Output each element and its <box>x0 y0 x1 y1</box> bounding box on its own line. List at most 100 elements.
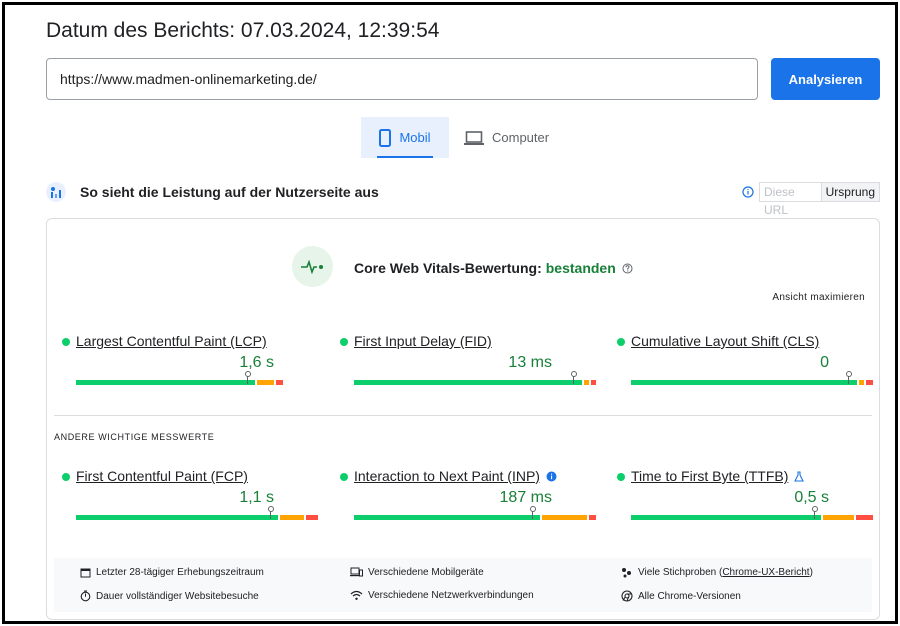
footer-devices: Verschiedene Mobilgeräte <box>350 567 484 578</box>
footer-visits: Dauer vollständiger Websitebesuche <box>80 590 259 602</box>
good-segment <box>76 380 255 385</box>
needs-improvement-segment <box>542 515 587 520</box>
metric-value: 13 ms <box>508 354 552 371</box>
good-segment <box>76 515 278 520</box>
distribution-bar <box>631 371 873 385</box>
cwv-status: bestanden <box>545 260 616 276</box>
good-segment <box>631 380 857 385</box>
metric-name[interactable]: First Input Delay (FID) <box>354 333 492 349</box>
good-segment <box>354 380 582 385</box>
needs-improvement-segment <box>257 380 274 385</box>
distribution-bar <box>354 371 596 385</box>
vitals-pulse-icon <box>292 246 333 287</box>
footer-devices-text: Verschiedene Mobilgeräte <box>368 567 484 578</box>
devices-icon <box>350 567 363 578</box>
status-dot <box>340 338 348 346</box>
calendar-icon <box>80 567 91 578</box>
expand-view-link[interactable]: Ansicht maximieren <box>772 292 865 303</box>
window-frame: Datum des Berichts: 07.03.2024, 12:39:54… <box>2 2 898 624</box>
timer-icon <box>80 590 91 602</box>
crux-report-link[interactable]: Chrome-UX-Bericht <box>722 567 809 578</box>
good-segment <box>631 515 821 520</box>
distribution-bar <box>354 506 596 520</box>
laptop-icon <box>464 130 484 145</box>
status-dot <box>617 473 625 481</box>
metric-value: 1,1 s <box>239 489 274 506</box>
info-filled-icon[interactable] <box>546 471 557 482</box>
footer-period-text: Letzter 28-tägiger Erhebungszeitraum <box>96 567 264 578</box>
url-origin-toggle: Diese URL Ursprung <box>759 182 880 217</box>
samples-icon <box>621 567 633 578</box>
footer-period: Letzter 28-tägiger Erhebungszeitraum <box>80 567 264 578</box>
p75-marker <box>846 371 852 385</box>
metric-lcp: Largest Contentful Paint (LCP) 1,6 s <box>62 333 312 393</box>
p75-marker <box>812 506 818 520</box>
toggle-this-url[interactable]: Diese URL <box>760 183 822 217</box>
footer-versions: Alle Chrome-Versionen <box>621 590 741 602</box>
poor-segment <box>276 380 283 385</box>
cwv-assessment: Core Web Vitals-Bewertung: bestanden <box>354 260 633 276</box>
field-data-header: So sieht die Leistung auf der Nutzerseit… <box>46 181 880 217</box>
metric-fcp: First Contentful Paint (FCP) 1,1 s <box>62 468 318 528</box>
footer-versions-text: Alle Chrome-Versionen <box>638 590 741 602</box>
url-input[interactable] <box>46 58 758 100</box>
analyze-button[interactable]: Analysieren <box>771 58 880 100</box>
footer-samples-prefix: Viele Stichproben ( <box>638 567 723 578</box>
status-dot <box>617 338 625 346</box>
field-data-card: Core Web Vitals-Bewertung: bestanden Ans… <box>46 218 880 620</box>
chrome-icon <box>621 590 633 602</box>
data-source-footer: Letzter 28-tägiger Erhebungszeitraum Dau… <box>54 558 872 612</box>
poor-segment <box>306 515 318 520</box>
tab-mobile[interactable]: Mobil <box>361 117 449 158</box>
toggle-origin[interactable]: Ursprung <box>821 183 879 201</box>
p75-marker <box>530 506 536 520</box>
metric-name[interactable]: Largest Contentful Paint (LCP) <box>76 333 267 349</box>
divider <box>54 415 872 416</box>
needs-improvement-segment <box>280 515 304 520</box>
cwv-label: Core Web Vitals-Bewertung: <box>354 260 542 276</box>
metric-name[interactable]: First Contentful Paint (FCP) <box>76 468 248 484</box>
wifi-icon <box>350 590 363 601</box>
metric-name[interactable]: Interaction to Next Paint (INP) <box>354 468 540 484</box>
needs-improvement-segment <box>823 515 854 520</box>
help-icon[interactable] <box>622 263 633 274</box>
footer-network-text: Verschiedene Netzwerkverbindungen <box>368 590 534 601</box>
metric-value: 0,5 s <box>794 489 829 506</box>
p75-marker <box>571 371 577 385</box>
tab-desktop[interactable]: Computer <box>461 117 561 158</box>
status-dot <box>62 338 70 346</box>
distribution-bar <box>76 371 283 385</box>
footer-samples: Viele Stichproben (Chrome-UX-Bericht) <box>621 567 813 578</box>
metric-name-wrap: Interaction to Next Paint (INP) <box>354 468 557 484</box>
section-title: So sieht die Leistung auf der Nutzerseit… <box>80 184 379 200</box>
tab-mobile-label: Mobil <box>399 130 431 145</box>
good-segment <box>354 515 540 520</box>
metric-name[interactable]: Time to First Byte (TTFB) <box>631 468 788 484</box>
footer-visits-text: Dauer vollständiger Websitebesuche <box>96 590 259 602</box>
metric-ttfb: Time to First Byte (TTFB) 0,5 s <box>617 468 873 528</box>
metric-value: 187 ms <box>499 489 552 506</box>
poor-segment <box>856 515 873 520</box>
tab-desktop-label: Computer <box>492 130 550 145</box>
p75-marker <box>268 506 274 520</box>
metric-value: 1,6 s <box>239 354 274 371</box>
phone-icon <box>379 128 392 147</box>
metric-inp: Interaction to Next Paint (INP) 187 ms <box>340 468 596 528</box>
metric-name[interactable]: Cumulative Layout Shift (CLS) <box>631 333 819 349</box>
poor-segment <box>589 515 596 520</box>
metric-name-wrap: Time to First Byte (TTFB) <box>631 468 805 484</box>
distribution-bar <box>76 506 318 520</box>
footer-network: Verschiedene Netzwerkverbindungen <box>350 590 534 601</box>
page-title: Datum des Berichts: 07.03.2024, 12:39:54 <box>46 19 440 42</box>
p75-marker <box>245 371 251 385</box>
poor-segment <box>591 380 596 385</box>
users-chart-icon <box>46 182 66 202</box>
info-icon[interactable] <box>742 185 754 203</box>
metric-fid: First Input Delay (FID) 13 ms <box>340 333 596 393</box>
status-dot <box>340 473 348 481</box>
other-metrics-label: ANDERE WICHTIGE MESSWERTE <box>54 432 215 442</box>
distribution-bar <box>631 506 873 520</box>
metric-cls: Cumulative Layout Shift (CLS) 0 <box>617 333 873 393</box>
poor-segment <box>866 380 873 385</box>
flask-icon[interactable] <box>794 470 805 482</box>
